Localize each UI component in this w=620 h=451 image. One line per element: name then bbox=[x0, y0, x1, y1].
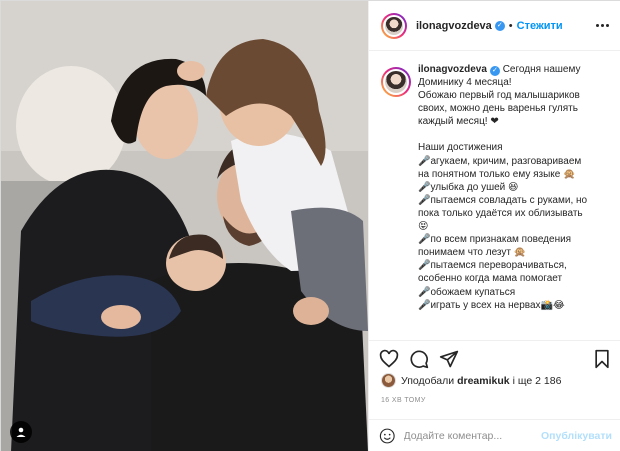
caption-line: 🎤обожаем купаться bbox=[418, 286, 516, 298]
caption-username[interactable]: ilonagvozdeva bbox=[418, 64, 487, 75]
action-bar bbox=[369, 340, 620, 372]
header-username[interactable]: ilonagvozdeva bbox=[416, 20, 492, 32]
caption-avatar[interactable] bbox=[381, 67, 411, 97]
user-tag-icon bbox=[16, 427, 26, 437]
caption-line: особенно когда мама помогает bbox=[418, 273, 563, 285]
caption-line: Обожаю первый год малышариков bbox=[418, 90, 580, 102]
comment-button[interactable] bbox=[409, 349, 429, 369]
more-options-button[interactable] bbox=[592, 15, 612, 35]
emoji-icon[interactable] bbox=[379, 427, 396, 445]
caption-line: 🎤агукаем, кричим, разговариваем bbox=[418, 155, 582, 167]
comment-bar: Опублікувати bbox=[369, 419, 620, 451]
caption-line: Наши достижения bbox=[418, 142, 503, 154]
liker-avatar[interactable] bbox=[381, 373, 396, 388]
caption-text: ilonagvozdeva ✓ Сегодня нашему Доминику 4… bbox=[418, 63, 615, 312]
comment-input[interactable] bbox=[403, 430, 541, 442]
like-button[interactable] bbox=[379, 349, 399, 369]
share-button[interactable] bbox=[439, 349, 459, 369]
liker-username[interactable]: dreamikuk bbox=[457, 375, 510, 387]
likes-prefix: Уподобали bbox=[401, 374, 455, 387]
save-button[interactable] bbox=[592, 349, 612, 369]
post-timestamp[interactable]: 16 ХВ ТОМУ bbox=[381, 397, 426, 404]
caption-line: пока только удаётся их облизывать bbox=[418, 207, 583, 219]
verified-badge-icon: ✓ bbox=[494, 20, 505, 31]
post-side-panel: ilonagvozdeva ✓ • Стежити ilonagvozdeva ✓… bbox=[368, 1, 620, 451]
comment-icon bbox=[410, 350, 429, 369]
caption-line: 🎤пытаемся совладать с руками, но bbox=[418, 194, 588, 206]
bookmark-icon bbox=[595, 349, 609, 369]
caption-gap bbox=[418, 128, 615, 141]
avatar[interactable] bbox=[381, 12, 407, 39]
caption-line: своих, можно день варенья гулять bbox=[418, 103, 578, 115]
heart-icon bbox=[379, 349, 399, 368]
user-tag-button[interactable] bbox=[10, 421, 32, 443]
share-icon bbox=[439, 350, 459, 368]
likes-count[interactable]: і ще 2 186 bbox=[513, 375, 562, 387]
separator-dot: • bbox=[508, 19, 513, 32]
instagram-post: ilonagvozdeva ✓ • Стежити ilonagvozdeva ✓… bbox=[0, 0, 620, 451]
caption-line: 😝 bbox=[418, 221, 429, 233]
caption-line: на понятном только ему языке 🙊 bbox=[418, 168, 576, 180]
post-header: ilonagvozdeva ✓ • Стежити bbox=[369, 1, 620, 51]
caption-line: 🎤улыбка до ушей 😆 bbox=[418, 181, 519, 193]
caption-line: Доминику 4 месяца! bbox=[418, 77, 512, 89]
post-comment-button[interactable]: Опублікувати bbox=[541, 430, 612, 442]
post-photo[interactable] bbox=[1, 1, 368, 451]
caption-line: 🎤пытаемся переворачиваться, bbox=[418, 260, 567, 272]
caption-line: понимаем что лезут 🙊 bbox=[418, 247, 527, 259]
caption-line: 🎤играть у всех на нервах📸😂 bbox=[418, 299, 565, 311]
likes-summary: Уподобали dreamikuk і ще 2 186 bbox=[381, 373, 561, 388]
caption-line: 🎤по всем признакам поведения bbox=[418, 234, 572, 246]
caption-line: каждый месяц! ❤ bbox=[418, 116, 499, 128]
family-photo-illustration bbox=[1, 1, 368, 451]
caption-block: ilonagvozdeva ✓ Сегодня нашему Доминику 4… bbox=[381, 63, 615, 335]
verified-badge-icon: ✓ bbox=[489, 66, 500, 76]
caption-line: Сегодня нашему bbox=[502, 64, 581, 75]
more-icon bbox=[595, 23, 599, 27]
follow-button[interactable]: Стежити bbox=[517, 20, 563, 32]
